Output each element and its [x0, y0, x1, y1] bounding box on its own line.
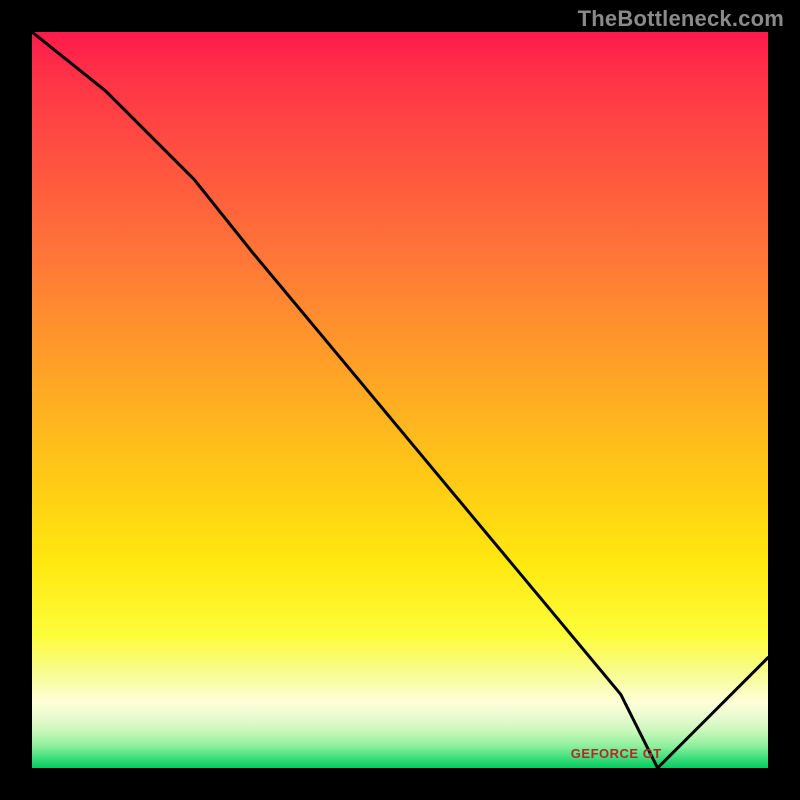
- chart-container: TheBottleneck.com GEFORCE GT: [0, 0, 800, 800]
- plot-area: GEFORCE GT: [32, 32, 768, 768]
- watermark: TheBottleneck.com: [578, 6, 784, 32]
- bottleneck-curve: [32, 32, 768, 768]
- x-axis-marker: GEFORCE GT: [571, 746, 662, 761]
